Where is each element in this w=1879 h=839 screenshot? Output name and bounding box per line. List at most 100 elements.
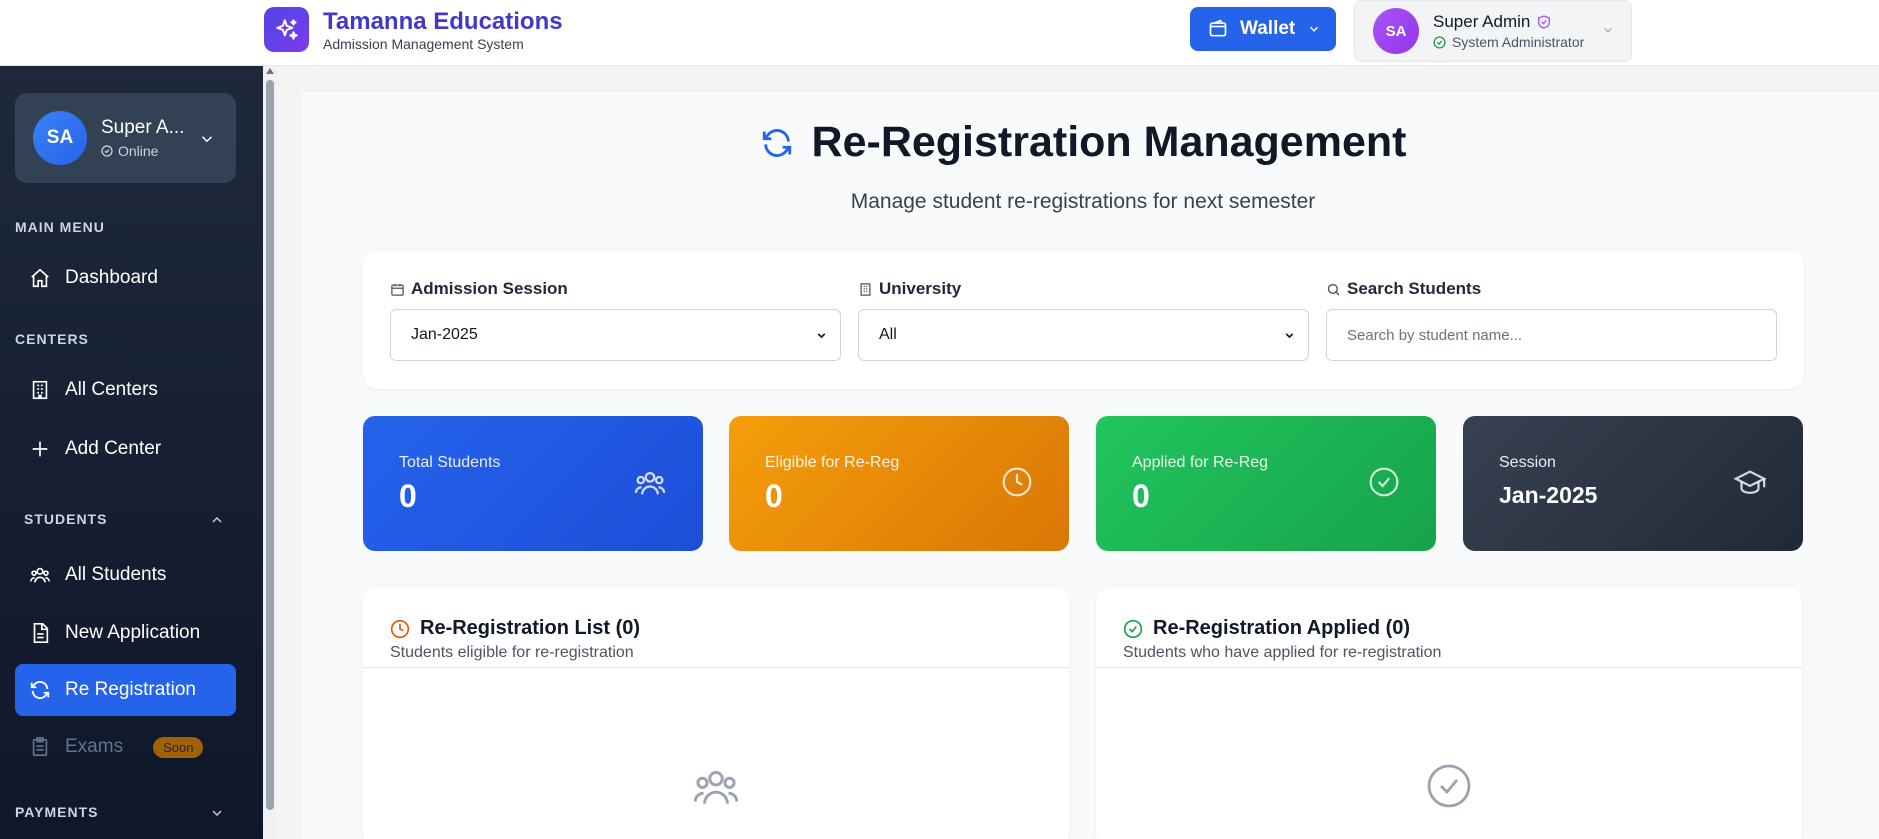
soon-badge: Soon	[153, 736, 204, 758]
chevron-down-icon	[1285, 332, 1294, 338]
stat-label: Applied for Re-Reg	[1132, 454, 1269, 471]
wallet-button[interactable]: Wallet	[1190, 7, 1336, 51]
wallet-label: Wallet	[1240, 18, 1296, 39]
chevron-down-icon	[201, 136, 213, 143]
sidebar-item-add-center[interactable]: Add Center	[15, 423, 236, 475]
sidebar-user-card[interactable]: SA Super A... Online	[15, 93, 236, 183]
brand-title: Tamanna Educations	[323, 7, 563, 35]
sidebar-item-all-students[interactable]: All Students	[15, 549, 236, 601]
stat-label: Eligible for Re-Reg	[765, 454, 900, 471]
wallet-icon	[1209, 19, 1227, 37]
profile-menu[interactable]: SA Super Admin System Administrator	[1354, 0, 1632, 62]
avatar: SA	[1373, 8, 1419, 54]
building-icon	[29, 379, 51, 401]
stat-total-students: Total Students 0	[363, 416, 703, 551]
page-title: Re-Registration Management	[302, 118, 1864, 167]
re-registration-list-card: Re-Registration List (0) Students eligib…	[363, 587, 1069, 839]
main-content: Re-Registration Management Manage studen…	[302, 92, 1879, 839]
search-input[interactable]: Search by student name...	[1326, 309, 1777, 361]
brand[interactable]: Tamanna Educations Admission Management …	[264, 7, 563, 52]
chevron-down-icon	[817, 332, 826, 338]
chevron-down-icon	[1310, 26, 1319, 32]
home-icon	[29, 267, 51, 289]
check-circle-icon	[1369, 467, 1399, 497]
top-header: Tamanna Educations Admission Management …	[0, 0, 1879, 66]
university-select[interactable]: All	[858, 309, 1309, 361]
stat-value: Jan-2025	[1499, 482, 1598, 508]
search-placeholder: Search by student name...	[1347, 326, 1523, 344]
applied-list-subtitle: Students who have applied for re-registr…	[1123, 644, 1442, 661]
sidebar-item-label: New Application	[65, 622, 201, 643]
stat-label: Total Students	[399, 454, 501, 471]
avatar: SA	[33, 111, 87, 165]
sidebar-item-label: Add Center	[65, 438, 162, 459]
clock-icon	[390, 619, 410, 638]
sidebar-item-label: All Students	[65, 564, 167, 585]
eligible-list-title: Re-Registration List (0)	[420, 617, 641, 639]
sidebar-item-dashboard[interactable]: Dashboard	[15, 252, 236, 304]
university-filter: University All	[858, 279, 1309, 361]
page-subtitle: Manage student re-registrations for next…	[850, 190, 1316, 213]
check-circle-icon	[1427, 764, 1471, 808]
sidebar: SA Super A... Online MAIN MENU Dashboard…	[0, 66, 263, 839]
brand-subtitle: Admission Management System	[323, 35, 524, 52]
refresh-icon	[762, 128, 791, 157]
profile-name: Super Admin	[1433, 12, 1531, 31]
admission-session-filter: Admission Session Jan-2025	[390, 279, 841, 361]
stat-applied: Applied for Re-Reg 0	[1096, 416, 1436, 551]
sidebar-item-all-centers[interactable]: All Centers	[15, 364, 236, 416]
chevron-up-icon[interactable]	[209, 512, 225, 528]
shield-check-icon	[1538, 15, 1551, 29]
re-registration-applied-card: Re-Registration Applied (0) Students who…	[1096, 587, 1802, 839]
chevron-down-icon[interactable]	[209, 805, 225, 821]
stat-value: 0	[765, 478, 783, 514]
search-students-label: Search Students	[1347, 279, 1482, 298]
sidebar-user-status: Online	[118, 143, 159, 159]
applied-list-title: Re-Registration Applied (0)	[1153, 617, 1411, 639]
scroll-up-arrow[interactable]	[266, 68, 274, 74]
profile-role: System Administrator	[1452, 34, 1585, 50]
stat-eligible: Eligible for Re-Reg 0	[729, 416, 1069, 551]
sidebar-item-re-registration[interactable]: Re Registration	[15, 664, 236, 716]
section-payments[interactable]: PAYMENTS	[15, 804, 98, 820]
stat-session: Session Jan-2025	[1463, 416, 1803, 551]
graduation-cap-icon	[1733, 470, 1767, 495]
calendar-icon	[391, 283, 404, 296]
university-value: All	[879, 326, 897, 343]
sidebar-item-label: Re Registration	[65, 679, 196, 700]
stat-label: Session	[1499, 454, 1556, 471]
plus-icon	[29, 438, 51, 460]
admission-session-label: Admission Session	[411, 279, 568, 298]
section-students[interactable]: STUDENTS	[24, 511, 107, 527]
sparkles-icon	[264, 7, 309, 52]
refresh-icon	[29, 679, 51, 701]
sidebar-item-new-application[interactable]: New Application	[15, 607, 236, 659]
search-icon	[1327, 283, 1340, 296]
admission-session-value: Jan-2025	[411, 326, 478, 343]
search-students-filter: Search Students Search by student name..…	[1326, 279, 1777, 361]
university-label: University	[879, 279, 962, 298]
filter-card: Admission Session Jan-2025 University Al…	[363, 251, 1804, 389]
sidebar-item-exams: Exams Soon	[15, 721, 236, 773]
scrollbar-thumb[interactable]	[266, 80, 274, 810]
eligible-list-subtitle: Students eligible for re-registration	[390, 644, 634, 661]
sidebar-scrollbar[interactable]	[263, 66, 277, 839]
users-icon	[693, 770, 739, 804]
stat-value: 0	[399, 478, 417, 514]
sidebar-item-label: Exams	[65, 736, 124, 757]
sidebar-user-name: Super A...	[101, 117, 185, 138]
sidebar-item-label: Dashboard	[65, 267, 158, 288]
check-circle-icon	[101, 145, 113, 157]
admission-session-select[interactable]: Jan-2025	[390, 309, 841, 361]
file-text-icon	[29, 622, 51, 644]
section-centers: CENTERS	[15, 331, 89, 347]
clipboard-icon	[29, 736, 51, 758]
users-icon	[29, 564, 51, 586]
stat-value: 0	[1132, 478, 1150, 514]
clock-icon	[1002, 467, 1032, 497]
users-icon	[634, 471, 666, 495]
building-icon	[860, 282, 871, 296]
check-circle-icon	[1123, 619, 1143, 638]
chevron-down-icon	[1604, 27, 1612, 33]
check-circle-icon	[1433, 35, 1446, 49]
